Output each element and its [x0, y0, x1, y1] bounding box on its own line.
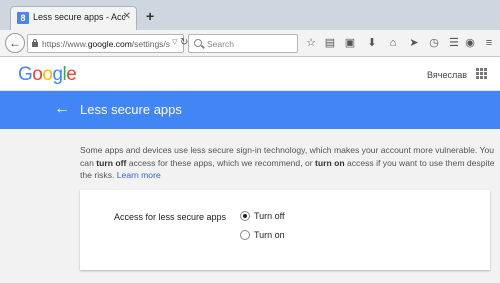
back-arrow-icon[interactable]: ← [54, 100, 70, 118]
turn-on-radio[interactable] [240, 230, 250, 240]
bookmarks-menu-icon[interactable]: ☰ [447, 37, 461, 50]
learn-more-link[interactable]: Learn more [117, 170, 161, 180]
google-header: Google Вячеслав [0, 57, 500, 91]
description-text: Some apps and devices use less secure si… [80, 145, 495, 180]
account-username[interactable]: Вячеслав [427, 70, 467, 80]
turn-off-label[interactable]: Turn off [254, 211, 285, 221]
turn-off-radio[interactable] [240, 211, 250, 221]
url-dropdown-icon[interactable]: ▽ [172, 38, 177, 46]
url-bar[interactable]: https://www.google.com/settings/securit … [27, 34, 188, 53]
url-text: https://www.google.com/settings/securit [42, 39, 170, 49]
browser-back-button[interactable]: ← [5, 33, 25, 53]
reading-list-icon[interactable]: ▤ [323, 37, 337, 50]
google-favicon-icon: 8 [17, 12, 29, 24]
browser-nav-bar: ← https://www.google.com/settings/securi… [0, 30, 500, 57]
bookmark-star-icon[interactable]: ☆ [304, 37, 318, 50]
search-placeholder: Search [207, 39, 234, 49]
send-icon[interactable]: ➤ [407, 37, 421, 50]
pocket-icon[interactable]: ▣ [343, 37, 357, 50]
browser-tab-bar: 8 Less secure apps - Account s... ✕ + [0, 0, 500, 30]
download-icon[interactable]: ⬇ [365, 37, 379, 50]
apps-grid-icon[interactable] [476, 68, 487, 79]
addon-icon[interactable]: ◉ [463, 37, 477, 50]
search-icon [194, 39, 202, 47]
browser-tab[interactable]: 8 Less secure apps - Account s... ✕ [10, 6, 137, 30]
new-tab-button[interactable]: + [146, 9, 154, 23]
google-logo[interactable]: Google [18, 64, 77, 86]
access-settings-card: Access for less secure apps Turn off Tur… [80, 190, 490, 270]
history-icon[interactable]: ◷ [427, 37, 441, 50]
lock-icon [32, 39, 38, 48]
close-tab-icon[interactable]: ✕ [123, 11, 131, 23]
turn-on-label[interactable]: Turn on [254, 230, 285, 240]
page-banner: ← Less secure apps [0, 91, 500, 129]
tab-title: Less secure apps - Account s... [33, 12, 125, 22]
home-icon[interactable]: ⌂ [386, 37, 400, 50]
menu-icon[interactable]: ≡ [482, 37, 496, 50]
page-title: Less secure apps [80, 102, 182, 117]
access-label: Access for less secure apps [114, 212, 227, 222]
search-bar[interactable]: Search [188, 34, 298, 53]
